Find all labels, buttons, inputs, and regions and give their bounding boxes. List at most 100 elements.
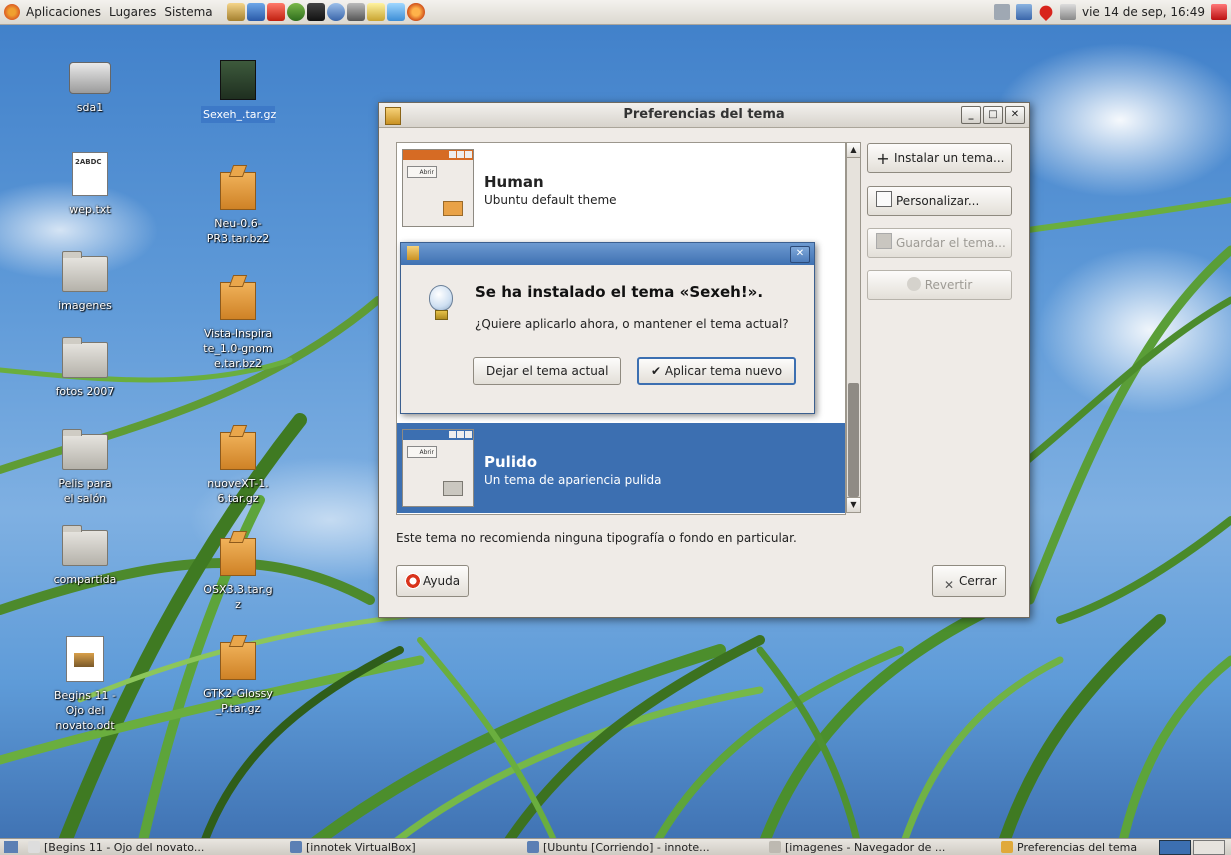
task-ubuntu-vm[interactable]: [Ubuntu [Corriendo] - innote...	[521, 841, 763, 854]
window-controls: _ □ ✕	[961, 106, 1025, 124]
minimize-button[interactable]: _	[961, 106, 981, 124]
keep-current-theme-label: Dejar el tema actual	[486, 364, 609, 378]
folder-icon	[62, 525, 108, 566]
scroll-down-arrow-icon[interactable]: ▼	[847, 497, 860, 512]
gimp-launcher-icon[interactable]	[226, 3, 245, 21]
audio-launcher-icon[interactable]	[386, 3, 405, 21]
revert-label: Revertir	[924, 278, 973, 292]
desktop-icon-pelis-para-el-salon[interactable]: Pelis para el salón	[40, 429, 130, 506]
harddisk-icon	[69, 62, 111, 94]
scroll-up-arrow-icon[interactable]: ▲	[847, 143, 860, 158]
desktop-icon-label: nuoveXT-1.6.tar.gz	[207, 477, 269, 505]
close-label: Cerrar	[959, 574, 997, 588]
preview-open-button: Abrir	[407, 166, 437, 178]
desktop-icon-sexeh-tar-gz[interactable]: Sexeh_.tar.gz	[193, 60, 283, 123]
dialog-close-button[interactable]: ✕	[790, 246, 810, 263]
apply-new-theme-button[interactable]: ✔ Aplicar tema nuevo	[637, 357, 797, 385]
chat-launcher-icon[interactable]	[286, 3, 305, 21]
desktop-icon-sda1[interactable]: sda1	[45, 62, 135, 115]
scrollbar-thumb[interactable]	[848, 383, 859, 497]
show-desktop-icon[interactable]	[4, 841, 18, 853]
task-virtualbox[interactable]: [innotek VirtualBox]	[284, 841, 521, 854]
theme-list-scrollbar[interactable]: ▲ ▼	[846, 142, 861, 513]
dialog-message: ¿Quiere aplicarlo ahora, o mantener el t…	[475, 317, 789, 331]
desktop-icon-begins-11-odt[interactable]: Begins 11 - Ojo del novato.odt	[40, 636, 130, 733]
desktop-icon-wep-txt[interactable]: 2ABDC wep.txt	[45, 152, 135, 217]
desktop-icon-label: GTK2-Glossy_P.tar.gz	[203, 687, 273, 715]
top-panel: Aplicaciones Lugares Sistema vie 14 de s…	[0, 0, 1231, 25]
desktop-icon-imagenes[interactable]: imagenes	[40, 251, 130, 313]
workspace-switcher[interactable]	[1159, 840, 1191, 855]
plus-icon: +	[876, 149, 890, 168]
maximize-button[interactable]: □	[983, 106, 1003, 124]
desktop-icon-label: imagenes	[58, 299, 112, 312]
window-titlebar[interactable]: Preferencias del tema _ □ ✕	[379, 103, 1029, 128]
desktop-icon-label: Begins 11 - Ojo del novato.odt	[53, 689, 116, 732]
menu-aplicaciones[interactable]: Aplicaciones	[24, 5, 103, 19]
ruby-gem-icon[interactable]	[1036, 2, 1056, 22]
preview-open-button: Abrir	[407, 446, 437, 458]
desktop-icon-osx3-tar-gz[interactable]: OSX3.3.tar.gz	[193, 538, 283, 612]
virtualbox-icon	[290, 841, 302, 853]
theme-app-icon	[385, 107, 401, 125]
theme-preview: Abrir	[402, 149, 474, 227]
desktop-icon-nuovext[interactable]: nuoveXT-1.6.tar.gz	[193, 432, 283, 506]
mail-launcher-icon[interactable]	[326, 3, 345, 21]
desktop-icon-label: Vista-Inspirate_1.0-gnome.tar.bz2	[203, 327, 273, 370]
terminal-launcher-icon[interactable]	[306, 3, 325, 21]
chart-launcher-icon[interactable]	[246, 3, 265, 21]
text-editor-launcher-icon[interactable]	[366, 3, 385, 21]
menu-lugares[interactable]: Lugares	[107, 5, 158, 19]
archive-icon	[220, 172, 256, 210]
close-window-button[interactable]: ✕	[1005, 106, 1025, 124]
task-label: [imagenes - Navegador de ...	[785, 840, 946, 854]
theme-preview: Abrir	[402, 429, 474, 507]
volume-icon[interactable]	[1060, 4, 1076, 20]
desktop-icon-label: Neu-0.6-PR3.tar.bz2	[206, 217, 270, 245]
desktop-icon-compartida[interactable]: compartida	[40, 525, 130, 587]
virtualbox-icon	[527, 841, 539, 853]
theme-name: Human	[484, 173, 544, 191]
desktop-icon-gtk2-glossy[interactable]: GTK2-Glossy_P.tar.gz	[193, 642, 283, 716]
network-icon[interactable]	[1016, 4, 1032, 20]
desktop-icon-vista-inspirate[interactable]: Vista-Inspirate_1.0-gnome.tar.bz2	[193, 282, 283, 371]
keep-current-theme-button[interactable]: Dejar el tema actual	[473, 357, 622, 385]
task-imagenes[interactable]: [imagenes - Navegador de ...	[763, 841, 995, 854]
customize-label: Personalizar...	[896, 194, 980, 208]
workspace-switcher-2[interactable]	[1193, 840, 1225, 855]
revert-button[interactable]: Revertir	[867, 270, 1012, 300]
preview-folder-icon	[443, 481, 463, 496]
save-theme-label: Guardar el tema...	[896, 236, 1006, 250]
theme-description: Un tema de apariencia pulida	[484, 473, 662, 487]
task-begins-11[interactable]: [Begins 11 - Ojo del novato...	[22, 841, 284, 854]
desktop-icon-label: OSX3.3.tar.gz	[203, 583, 273, 611]
archive-icon	[220, 432, 256, 470]
theme-item-human[interactable]: Abrir Human Ubuntu default theme	[397, 143, 845, 233]
firefox-launcher-icon[interactable]	[406, 3, 425, 21]
desktop-icon-fotos-2007[interactable]: fotos 2007	[40, 337, 130, 399]
install-theme-button[interactable]: + Instalar un tema...	[867, 143, 1012, 173]
dialog-heading: Se ha instalado el tema «Sexeh!».	[475, 283, 764, 301]
menu-sistema[interactable]: Sistema	[162, 5, 214, 19]
desktop-icon-label-selected: Sexeh_.tar.gz	[201, 106, 277, 123]
lifebuoy-icon	[405, 573, 421, 589]
save-theme-button[interactable]: Guardar el tema...	[867, 228, 1012, 258]
pdf-launcher-icon[interactable]	[266, 3, 285, 21]
lightbulb-icon	[429, 285, 453, 320]
archive-icon	[220, 60, 256, 100]
theme-item-pulido[interactable]: Abrir Pulido Un tema de apariencia pulid…	[397, 423, 845, 513]
ubuntu-logo-icon	[4, 4, 20, 20]
customize-button[interactable]: Personalizar...	[867, 186, 1012, 216]
folder-icon	[769, 841, 781, 853]
dialog-titlebar[interactable]: ✕	[401, 243, 814, 265]
theme-note: Este tema no recomienda ninguna tipograf…	[396, 531, 797, 545]
update-notifier-icon[interactable]	[994, 4, 1010, 20]
task-label: [Begins 11 - Ojo del novato...	[44, 840, 205, 854]
help-button[interactable]: Ayuda	[396, 565, 470, 597]
desktop-icon-neu-tar-bz2[interactable]: Neu-0.6-PR3.tar.bz2	[193, 172, 283, 246]
theme-app-icon	[1001, 841, 1013, 853]
camera-launcher-icon[interactable]	[346, 3, 365, 21]
clock[interactable]: vie 14 de sep, 16:49	[1082, 5, 1205, 19]
shutdown-icon[interactable]	[1211, 4, 1227, 20]
close-button[interactable]: ✕ Cerrar	[932, 565, 1006, 597]
